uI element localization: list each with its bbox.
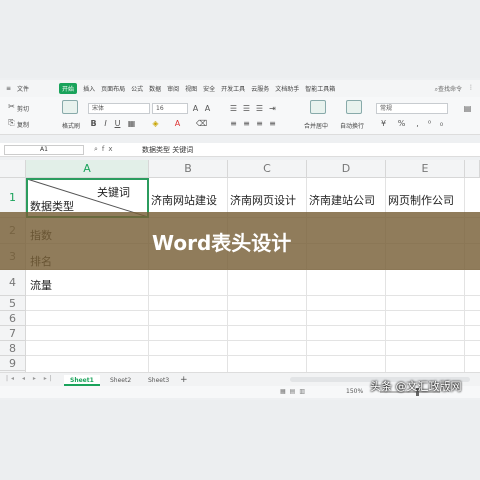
- ribbon-toolbar: ✂ 剪切 ⎘ 复制 格式刷 宋体 16 A A B I U ▦ ◈ A ⌫ ☰ …: [0, 97, 480, 135]
- menu-icon[interactable]: ≡: [6, 85, 11, 92]
- menu-bar: ≡ 文件 开始 插入 页面布局 公式 数据 审阅 视图 安全 开发工具 云服务 …: [0, 80, 480, 97]
- more-icon[interactable]: ⋮: [468, 84, 474, 94]
- cell-a4[interactable]: 流量: [30, 277, 52, 293]
- thousands-icon[interactable]: ,: [412, 118, 423, 129]
- column-header-e[interactable]: E: [386, 160, 465, 178]
- cell-d1[interactable]: 济南建站公司: [309, 192, 375, 208]
- menu-file[interactable]: 文件: [17, 84, 29, 93]
- cut-icon[interactable]: ✂: [6, 101, 17, 112]
- column-header-b[interactable]: B: [149, 160, 228, 178]
- underline-button[interactable]: U: [112, 118, 123, 129]
- font-grow-icon[interactable]: A: [190, 103, 201, 114]
- menu-tab-start[interactable]: 开始: [59, 83, 78, 94]
- column-header-f[interactable]: [465, 160, 480, 178]
- cell-c1[interactable]: 济南网页设计: [230, 192, 296, 208]
- formula-content[interactable]: 数据类型 关键词: [142, 145, 193, 155]
- column-divider: [227, 178, 228, 372]
- menu-tab-dev-tools[interactable]: 开发工具: [221, 84, 245, 93]
- sheet-tab-sheet2[interactable]: Sheet2: [104, 375, 137, 386]
- sheet-tab-sheet3[interactable]: Sheet3: [142, 375, 175, 386]
- top-frame: [0, 0, 480, 78]
- italic-button[interactable]: I: [100, 118, 111, 129]
- menu-tab-security[interactable]: 安全: [203, 84, 215, 93]
- row-header-7[interactable]: 7: [0, 326, 26, 341]
- menu-tab-doc-assistant[interactable]: 文档助手: [275, 84, 299, 93]
- justify-icon[interactable]: ≡: [267, 118, 278, 129]
- row-divider: [26, 310, 480, 311]
- menu-tab-view[interactable]: 视图: [185, 84, 197, 93]
- cut-button[interactable]: 剪切: [17, 104, 29, 113]
- zoom-level[interactable]: 150%: [346, 388, 363, 395]
- border-icon[interactable]: ▦: [126, 118, 137, 129]
- menu-tab-formula[interactable]: 公式: [131, 84, 143, 93]
- view-mode-icons[interactable]: ▦▤▥: [280, 388, 309, 395]
- merge-center-icon[interactable]: [310, 100, 326, 114]
- align-top-icon[interactable]: ☰: [228, 103, 239, 114]
- align-right-icon[interactable]: ≡: [254, 118, 265, 129]
- column-header-d[interactable]: D: [307, 160, 386, 178]
- cell-e1[interactable]: 网页制作公司: [388, 192, 454, 208]
- row-divider: [26, 340, 480, 341]
- fill-color-icon[interactable]: ◈: [150, 118, 161, 129]
- sheet-nav-arrows[interactable]: |◂ ◂ ▸ ▸|: [6, 375, 55, 382]
- formula-bar: A1 ⌕fx 数据类型 关键词: [0, 143, 480, 157]
- font-shrink-icon[interactable]: A: [202, 103, 213, 114]
- title-banner: Word表头设计: [0, 212, 480, 270]
- cell-b1[interactable]: 济南网站建设: [151, 192, 217, 208]
- menu-tab-page-layout[interactable]: 页面布局: [101, 84, 125, 93]
- align-middle-icon[interactable]: ☰: [241, 103, 252, 114]
- row-header-4[interactable]: 4: [0, 270, 26, 296]
- clear-format-icon[interactable]: ⌫: [196, 118, 207, 129]
- format-painter-button[interactable]: 格式刷: [62, 121, 80, 130]
- add-sheet-button[interactable]: +: [174, 375, 194, 386]
- font-name-select[interactable]: 宋体: [88, 103, 150, 114]
- menu-tab-data[interactable]: 数据: [149, 84, 161, 93]
- column-divider: [306, 178, 307, 372]
- menu-tab-smart-toolbox[interactable]: 智能工具箱: [305, 84, 335, 93]
- number-format-select[interactable]: 常规: [376, 103, 448, 114]
- menu-tab-review[interactable]: 审阅: [167, 84, 179, 93]
- sheet-tab-sheet1[interactable]: Sheet1: [64, 375, 100, 386]
- zoom-icon[interactable]: ⌕: [94, 145, 102, 153]
- row-header-5[interactable]: 5: [0, 296, 26, 311]
- column-header-c[interactable]: C: [228, 160, 307, 178]
- column-header-a[interactable]: A: [26, 160, 149, 178]
- row-divider: [26, 355, 480, 356]
- bottom-frame: [0, 400, 480, 480]
- increase-decimal-icon[interactable]: ⁰: [424, 118, 435, 129]
- conditional-format-icon[interactable]: ▤: [462, 103, 473, 114]
- row-divider: [26, 295, 480, 296]
- column-divider: [464, 178, 465, 372]
- copy-icon[interactable]: ⎘: [6, 117, 17, 128]
- row-header-9[interactable]: 9: [0, 356, 26, 371]
- wrap-text-button[interactable]: 自动换行: [340, 121, 364, 130]
- menu-tab-cloud[interactable]: 云服务: [251, 84, 269, 93]
- align-center-icon[interactable]: ≡: [241, 118, 252, 129]
- formula-icons: ⌕fx: [94, 145, 117, 154]
- copy-button[interactable]: 复制: [17, 120, 29, 129]
- paste-icon[interactable]: [62, 100, 78, 114]
- row-divider: [26, 325, 480, 326]
- row-header-6[interactable]: 6: [0, 311, 26, 326]
- indent-icon[interactable]: ⇥: [267, 103, 278, 114]
- align-bottom-icon[interactable]: ☰: [254, 103, 265, 114]
- fx-icon[interactable]: fx: [102, 145, 117, 153]
- watermark: 头条 @文汇政版网: [370, 380, 462, 393]
- search-command[interactable]: ⌕查找命令: [435, 84, 462, 94]
- row-header-8[interactable]: 8: [0, 341, 26, 356]
- font-size-select[interactable]: 16: [152, 103, 188, 114]
- percent-button[interactable]: %: [396, 118, 407, 129]
- menu-tab-insert[interactable]: 插入: [83, 84, 95, 93]
- select-all-corner[interactable]: [0, 160, 26, 178]
- font-color-icon[interactable]: A: [172, 118, 183, 129]
- merge-center-button[interactable]: 合并居中: [304, 121, 328, 130]
- wrap-text-icon[interactable]: [346, 100, 362, 114]
- banner-title: Word表头设计: [152, 231, 292, 255]
- align-left-icon[interactable]: ≡: [228, 118, 239, 129]
- column-divider: [385, 178, 386, 372]
- currency-button[interactable]: ¥: [378, 118, 389, 129]
- bold-button[interactable]: B: [88, 118, 99, 129]
- decrease-decimal-icon[interactable]: ₀: [436, 118, 447, 129]
- name-box[interactable]: A1: [4, 145, 84, 155]
